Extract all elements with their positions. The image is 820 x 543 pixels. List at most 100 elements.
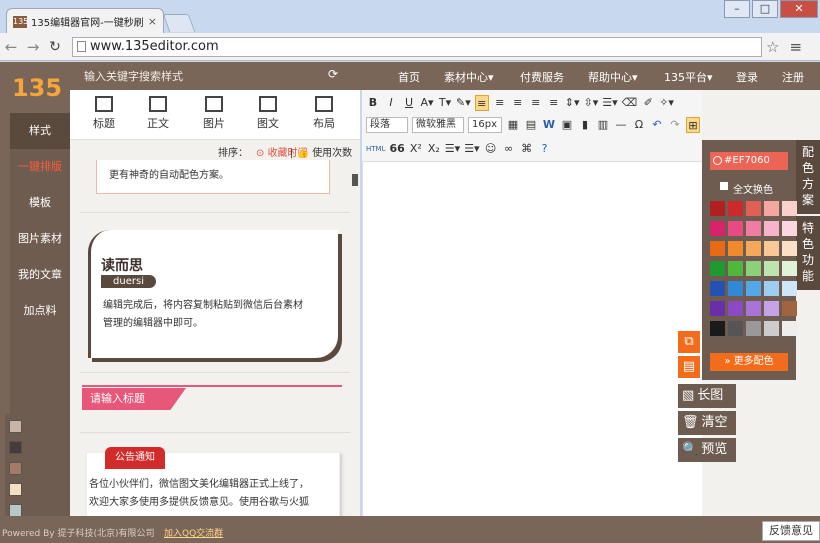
color-swatch[interactable] [764,201,779,216]
color-swatch[interactable] [764,281,779,296]
fullscreen-icon[interactable]: ⊞ [686,117,700,133]
color-swatch[interactable] [764,221,779,236]
color-swatch[interactable] [746,221,761,236]
footer-qq-link[interactable]: 加入QQ交流群 [164,526,223,539]
color-swatch[interactable] [746,241,761,256]
sidebar-item-images[interactable]: 图片素材 [10,221,70,257]
color-swatch[interactable] [710,301,725,316]
copy-icon[interactable]: ⧉ [678,331,700,353]
address-bar[interactable]: www.135editor.com [72,36,762,57]
unordered-list-button[interactable]: ☰▾ [464,141,479,157]
sidebar-item-templates[interactable]: 模板 [10,185,70,221]
forward-icon[interactable]: → [22,38,44,56]
color-swatch[interactable] [710,221,725,236]
magic-icon[interactable]: ✧▾ [659,95,674,111]
close-window-button[interactable]: ✕ [780,0,818,18]
color-swatch[interactable] [710,321,725,336]
scrollbar-thumb[interactable] [352,174,358,186]
font-family-select[interactable]: 微软雅黑 [412,117,464,133]
subscript-button[interactable]: X₂ [427,141,441,157]
link-button[interactable]: ∞ [502,141,516,157]
tab-color-scheme[interactable]: 配色方案 [796,140,820,214]
color-swatch[interactable] [746,321,761,336]
tab-close-icon[interactable]: × [148,15,157,28]
color-swatch[interactable] [728,281,743,296]
tool-image-text[interactable]: 图文 [246,96,290,131]
editor-content-area[interactable] [362,162,702,516]
color-swatch[interactable] [782,241,797,256]
sidebar-item-extras[interactable]: 加点料 [10,293,70,329]
color-swatch[interactable] [728,301,743,316]
align-right-button[interactable]: ≡ [511,95,525,111]
nav-login[interactable]: 登录 [736,69,758,85]
color-swatch[interactable] [728,321,743,336]
tool-body[interactable]: 正文 [136,96,180,131]
background-color-button[interactable]: T▾ [438,95,452,111]
sidebar-item-articles[interactable]: 我的文章 [10,257,70,293]
find-button[interactable]: ⌘ [520,141,534,157]
font-size-select[interactable]: 16px [468,117,502,133]
superscript-button[interactable]: X² [409,141,423,157]
color-swatch[interactable] [764,301,779,316]
hr-icon[interactable]: — [614,117,628,133]
color-swatch[interactable] [746,301,761,316]
color-swatch[interactable] [782,281,797,296]
tool-layout[interactable]: 布局 [302,96,346,131]
color-swatch[interactable] [764,321,779,336]
color-swatch[interactable] [782,201,797,216]
insert-image-icon[interactable]: ▣ [560,117,574,133]
bold-button[interactable]: B [366,95,380,111]
italic-button[interactable]: I [384,95,398,111]
indent-button[interactable]: ≡ [547,95,561,111]
preview-button[interactable]: 🔍 预览 [678,438,736,462]
color-swatch[interactable] [728,241,743,256]
color-swatch[interactable] [710,261,725,276]
sort-by-usage[interactable]: | 👍 使用次数 [290,144,352,159]
nav-materials[interactable]: 素材中心▾ [444,69,494,85]
color-swatch[interactable] [782,261,797,276]
maximize-button[interactable]: □ [752,0,778,18]
feedback-button[interactable]: 反馈意见 [762,521,820,541]
font-color-button[interactable]: A▾ [420,95,434,111]
color-swatch[interactable] [728,221,743,236]
back-icon[interactable]: ← [0,38,22,56]
color-swatch[interactable] [764,261,779,276]
search-input[interactable]: 输入关键字搜索样式 [84,68,183,84]
style-card[interactable]: 读而思 duersi 编辑完成后，将内容复制粘贴到微信后台素材 管理的编辑器中即… [88,230,338,358]
style-card-title[interactable]: 请输入标题 [82,388,186,410]
sidebar-item-styles[interactable]: 样式 [10,113,70,149]
brush-icon[interactable]: ✐ [641,95,655,111]
theme-swatch-1[interactable] [9,420,22,433]
line-height-icon[interactable]: ⇕▾ [565,95,580,111]
nav-home[interactable]: 首页 [398,69,420,85]
paragraph-select[interactable]: 段落 [366,117,408,133]
color-swatch[interactable] [746,201,761,216]
emoji-button[interactable]: ☺ [484,141,498,157]
style-card[interactable]: 更有神奇的自动配色方案。 [96,160,330,194]
align-center-button[interactable]: ≡ [493,95,507,111]
help-button[interactable]: ? [538,141,552,157]
redo-icon[interactable]: ↷ [668,117,682,133]
theme-swatch-3[interactable] [9,462,22,475]
nav-help[interactable]: 帮助中心▾ [588,69,638,85]
color-swatch[interactable] [782,321,797,336]
color-swatch[interactable] [746,281,761,296]
underline-button[interactable]: U [402,95,416,111]
template-icon[interactable]: ▤ [524,117,538,133]
align-justify-button[interactable]: ≡ [529,95,543,111]
html-button[interactable]: HTML [366,141,385,157]
color-swatch[interactable] [782,221,797,236]
theme-swatch-4[interactable] [9,483,22,496]
paragraph-spacing-icon[interactable]: ⇳▾ [584,95,599,111]
align-left-button[interactable]: ≡ [474,95,489,111]
list-icon[interactable]: ☰▾ [602,95,617,111]
link-icon[interactable]: ▥ [596,117,610,133]
color-swatch[interactable] [710,241,725,256]
full-change-checkbox[interactable] [720,182,728,190]
word-icon[interactable]: W [542,117,556,133]
tool-image[interactable]: 图片 [192,96,236,131]
eraser-icon[interactable]: ⌫ [622,95,638,111]
color-swatch[interactable] [710,201,725,216]
browser-tab-active[interactable]: 135 135编辑器官网-一键秒刷 × [6,8,164,34]
sidebar-item-onekey[interactable]: 一键排版 [10,149,70,185]
